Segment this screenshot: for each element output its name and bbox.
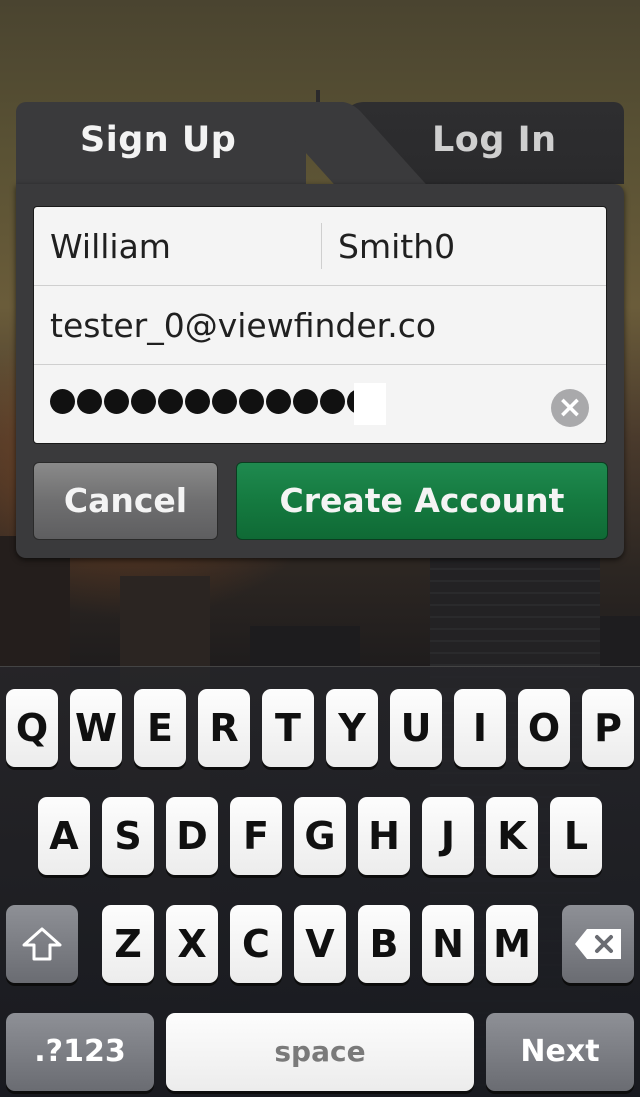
password-dot [212, 389, 237, 414]
key-u[interactable]: U [390, 689, 442, 767]
numbers-key[interactable]: .?123 [6, 1013, 154, 1091]
key-v[interactable]: V [294, 905, 346, 983]
password-dot [77, 389, 102, 414]
password-dot [131, 389, 156, 414]
shift-key[interactable] [6, 905, 78, 983]
password-dot [266, 389, 291, 414]
keyboard: Q W E R T Y U I O P A S D F G H J K L Z X C V B N M .?123 space Next [0, 666, 640, 1097]
key-b[interactable]: B [358, 905, 410, 983]
key-x[interactable]: X [166, 905, 218, 983]
password-dot [239, 389, 264, 414]
key-q[interactable]: Q [6, 689, 58, 767]
delete-key[interactable] [562, 905, 634, 983]
key-j[interactable]: J [422, 797, 474, 875]
cancel-button[interactable]: Cancel [33, 462, 218, 540]
key-d[interactable]: D [166, 797, 218, 875]
text-cursor [354, 383, 386, 425]
key-n[interactable]: N [422, 905, 474, 983]
password-dot [185, 389, 210, 414]
key-w[interactable]: W [70, 689, 122, 767]
shift-arrow-icon [22, 927, 62, 961]
password-dot [293, 389, 318, 414]
password-row[interactable]: × [34, 365, 606, 443]
key-g[interactable]: G [294, 797, 346, 875]
backspace-icon [575, 929, 621, 959]
password-dot [320, 389, 345, 414]
key-m[interactable]: M [486, 905, 538, 983]
key-y[interactable]: Y [326, 689, 378, 767]
name-row: William Smith0 [34, 207, 606, 286]
key-z[interactable]: Z [102, 905, 154, 983]
key-a[interactable]: A [38, 797, 90, 875]
key-c[interactable]: C [230, 905, 282, 983]
key-h[interactable]: H [358, 797, 410, 875]
tab-login-label[interactable]: Log In [432, 120, 557, 160]
key-i[interactable]: I [454, 689, 506, 767]
key-s[interactable]: S [102, 797, 154, 875]
key-e[interactable]: E [134, 689, 186, 767]
email-row: tester_0@viewfinder.co [34, 286, 606, 365]
key-t[interactable]: T [262, 689, 314, 767]
next-key[interactable]: Next [486, 1013, 634, 1091]
name-divider [321, 223, 322, 269]
signup-dialog: William Smith0 tester_0@viewfinder.co × … [16, 102, 624, 558]
password-dot [50, 389, 75, 414]
key-k[interactable]: K [486, 797, 538, 875]
password-field[interactable] [50, 389, 372, 414]
first-name-field[interactable]: William [50, 227, 171, 266]
signup-form: William Smith0 tester_0@viewfinder.co × [33, 206, 607, 444]
email-field[interactable]: tester_0@viewfinder.co [50, 306, 436, 345]
key-l[interactable]: L [550, 797, 602, 875]
tab-signup-label[interactable]: Sign Up [80, 120, 236, 160]
password-dot [104, 389, 129, 414]
key-o[interactable]: O [518, 689, 570, 767]
password-dot [158, 389, 183, 414]
last-name-field[interactable]: Smith0 [338, 227, 455, 266]
key-r[interactable]: R [198, 689, 250, 767]
key-p[interactable]: P [582, 689, 634, 767]
create-account-button[interactable]: Create Account [236, 462, 608, 540]
space-key[interactable]: space [166, 1013, 474, 1091]
signup-panel: William Smith0 tester_0@viewfinder.co × … [16, 184, 624, 558]
clear-field-icon[interactable]: × [551, 389, 589, 427]
key-f[interactable]: F [230, 797, 282, 875]
